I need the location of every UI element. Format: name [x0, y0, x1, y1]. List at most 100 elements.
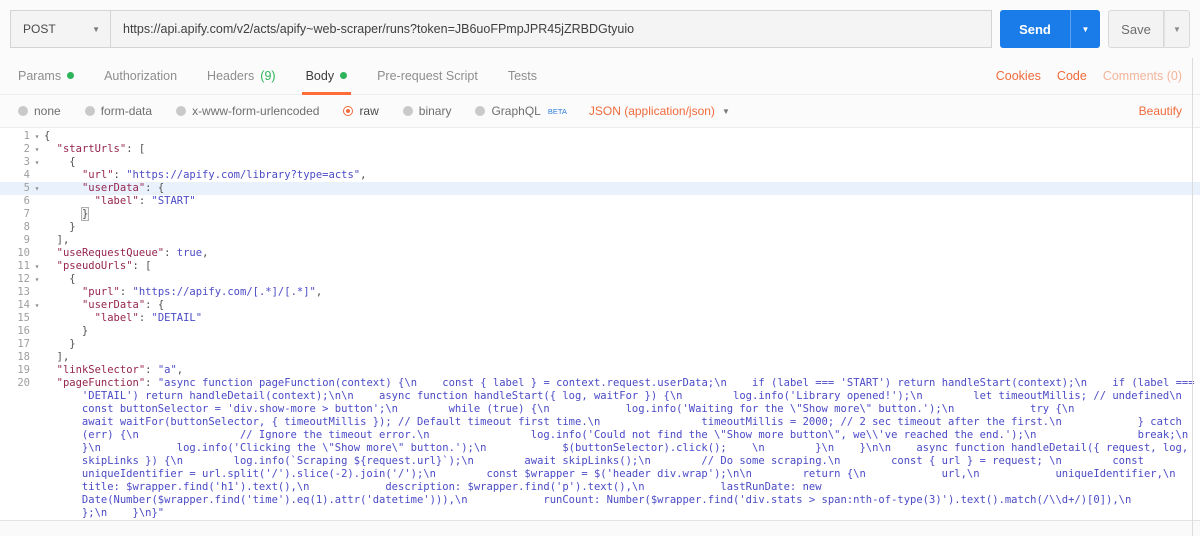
code-line: 8 } [0, 221, 1200, 234]
radio-label: raw [359, 104, 379, 118]
code-line: 20 "pageFunction": "async function pageF… [0, 377, 1200, 520]
line-number: 16 [17, 325, 30, 337]
json-key: "pseudoUrls" [56, 260, 133, 272]
json-punct: : [145, 377, 158, 389]
fold-arrow-icon[interactable]: ▾ [30, 130, 44, 143]
code-content[interactable]: } [44, 207, 1200, 221]
code-line: 16 } [0, 325, 1200, 338]
raw-body-editor[interactable]: 1 ▾{2 ▾ "startUrls": [3 ▾ {4 "url": "https:… [0, 127, 1200, 520]
url-input[interactable] [110, 10, 992, 48]
code-content[interactable]: "label": "START" [44, 195, 1200, 208]
link-code[interactable]: Code [1057, 69, 1087, 83]
code-line: 10 "useRequestQueue": true, [0, 247, 1200, 260]
json-key: "label" [94, 195, 139, 207]
body-type-form-data[interactable]: form-data [84, 104, 153, 118]
code-content[interactable]: } [44, 325, 1200, 338]
radio-icon [18, 106, 28, 116]
body-type-binary[interactable]: binary [402, 104, 451, 118]
beta-badge: BETA [547, 106, 567, 116]
code-content[interactable]: { [44, 130, 1200, 143]
send-button[interactable]: Send [1000, 10, 1070, 48]
code-content[interactable]: "startUrls": [ [44, 143, 1200, 156]
code-line: 14 ▾ "userData": { [0, 299, 1200, 312]
json-punct: : [145, 299, 158, 311]
json-punct [44, 312, 95, 324]
fold-arrow-icon[interactable]: ▾ [30, 143, 44, 156]
tab-body[interactable]: Body [301, 57, 351, 95]
code-content[interactable]: "useRequestQueue": true, [44, 247, 1200, 260]
tab-label: Headers [207, 68, 255, 83]
json-key: "userData" [81, 182, 146, 194]
json-punct: , [176, 364, 184, 376]
line-number: 9 [23, 234, 30, 246]
fold-arrow-icon[interactable]: ▾ [30, 156, 44, 169]
send-options-caret[interactable]: ▼ [1070, 10, 1100, 48]
json-punct: : [145, 182, 158, 194]
fold-arrow-icon[interactable]: ▾ [30, 182, 44, 195]
method-select[interactable]: POST ▼ [10, 10, 110, 48]
code-content[interactable]: { [44, 156, 1200, 169]
json-punct: } [44, 325, 89, 337]
code-content[interactable]: } [44, 338, 1200, 351]
json-punct: { [157, 299, 165, 311]
fold-arrow-icon[interactable]: ▾ [30, 273, 44, 286]
radio-label: form-data [100, 104, 153, 118]
json-punct: : [126, 143, 139, 155]
json-key: "label" [94, 312, 139, 324]
send-button-group: Send ▼ [1000, 10, 1100, 48]
link-cookies[interactable]: Cookies [996, 69, 1041, 83]
code-content[interactable]: "label": "DETAIL" [44, 312, 1200, 325]
code-content[interactable]: ], [44, 234, 1200, 247]
json-punct: [ [145, 260, 152, 272]
code-content[interactable]: "pageFunction": "async function pageFunc… [44, 377, 1200, 520]
code-content[interactable]: "url": "https://apify.com/library?type=a… [44, 169, 1200, 182]
tab-params[interactable]: Params [18, 57, 75, 95]
json-key: "useRequestQueue" [56, 247, 165, 259]
chevron-down-icon: ▼ [92, 24, 100, 34]
code-content[interactable]: "userData": { [44, 299, 1200, 312]
chevron-down-icon: ▼ [721, 106, 730, 116]
code-content[interactable]: "linkSelector": "a", [44, 364, 1200, 377]
json-key: "pageFunction" [56, 377, 146, 389]
beautify-button[interactable]: Beautify [1139, 104, 1182, 118]
radio-icon [402, 106, 413, 116]
request-tabs: Params Authorization Headers (9) Body Pre-req… [18, 57, 537, 95]
code-line: 19 "linkSelector": "a", [0, 364, 1200, 377]
code-line: 1 ▾{ [0, 130, 1200, 143]
tab-tests[interactable]: Tests [508, 57, 537, 95]
json-punct [44, 247, 57, 259]
json-value: true [176, 247, 203, 259]
body-type-raw[interactable]: raw [343, 104, 379, 118]
code-content[interactable]: { [44, 273, 1200, 286]
tab-headers[interactable]: Headers (9) [207, 57, 276, 95]
line-number: 18 [17, 351, 30, 363]
pane-edge-divider [1192, 58, 1193, 536]
json-value: "DETAIL" [151, 312, 203, 324]
radio-icon [176, 106, 187, 116]
tab-pre-request-script[interactable]: Pre-request Script [377, 57, 478, 95]
line-number: 12 [17, 273, 30, 285]
fold-arrow-icon[interactable]: ▾ [30, 299, 44, 312]
save-button[interactable]: Save [1108, 10, 1164, 48]
body-type-radios: none form-data x-www-form-urlencoded raw bin… [18, 104, 567, 118]
footer-strip [0, 520, 1200, 536]
tab-authorization[interactable]: Authorization [104, 57, 177, 95]
green-dot-icon [340, 72, 348, 79]
request-links: Cookies Code Comments (0) [996, 69, 1182, 83]
body-type-none[interactable]: none [18, 104, 61, 118]
code-line: 12 ▾ { [0, 273, 1200, 286]
matched-bracket: } [80, 207, 90, 221]
body-type-graphql[interactable]: GraphQL BETA [475, 104, 567, 118]
code-content[interactable]: "pseudoUrls": [ [44, 260, 1200, 273]
json-punct [44, 182, 82, 194]
code-content[interactable]: "userData": { [44, 182, 1200, 195]
save-options-caret[interactable]: ▼ [1164, 10, 1190, 48]
body-type-x-www-form-urlencoded[interactable]: x-www-form-urlencoded [176, 104, 319, 118]
code-content[interactable]: } [44, 221, 1200, 234]
link-comments-0[interactable]: Comments (0) [1103, 69, 1182, 83]
code-content[interactable]: ], [44, 351, 1200, 364]
code-content[interactable]: "purl": "https://apify.com/[.*]/[.*]", [44, 286, 1200, 299]
content-type-select[interactable]: JSON (application/json) ▼ [589, 104, 730, 118]
fold-arrow-icon[interactable]: ▾ [30, 260, 44, 273]
json-punct: , [360, 169, 367, 181]
